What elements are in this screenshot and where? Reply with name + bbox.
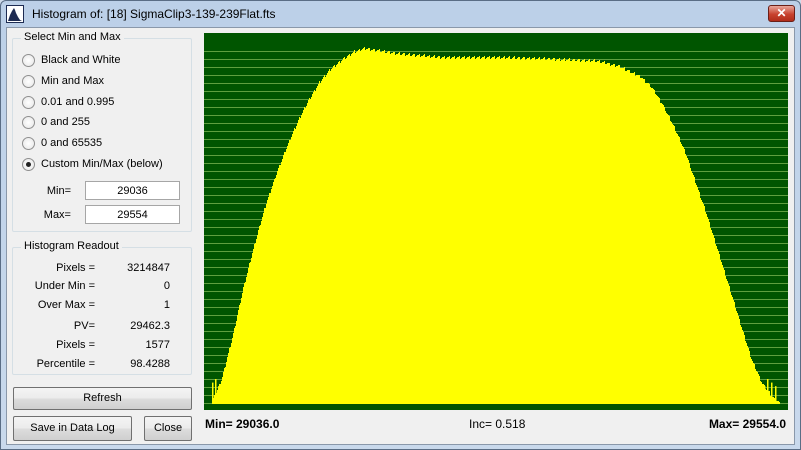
title-bar[interactable]: Histogram of: [18] SigmaClip3-139-239Fla…	[1, 1, 800, 27]
refresh-button-label: Refresh	[83, 392, 122, 404]
radio-button[interactable]	[22, 115, 35, 129]
select-min-max-group: Select Min and Max Black and White Min a…	[12, 31, 192, 232]
readout-label: Percentile =	[36, 358, 95, 370]
save-in-data-log-button[interactable]: Save in Data Log	[13, 416, 132, 441]
histogram-readout-legend: Histogram Readout	[21, 240, 122, 252]
radio-percentile-range[interactable]: 0.01 and 0.995	[22, 94, 114, 110]
radio-button[interactable]	[22, 95, 35, 109]
radio-label: 0 and 255	[41, 116, 90, 128]
readout-value: 98.4288	[130, 358, 170, 370]
axis-max-label: Max= 29554.0	[708, 417, 786, 431]
axis-min-label: Min= 29036.0	[205, 417, 280, 431]
refresh-button[interactable]: Refresh	[13, 387, 192, 410]
histogram-window: Histogram of: [18] SigmaClip3-139-239Fla…	[0, 0, 801, 450]
readout-label: PV=	[73, 320, 95, 332]
histogram-tail-bar	[764, 386, 766, 404]
histogram-tail-bar	[212, 382, 214, 404]
histogram-tail-bar	[218, 386, 220, 404]
select-min-max-legend: Select Min and Max	[21, 31, 124, 43]
dialog-body: Select Min and Max Black and White Min a…	[6, 27, 795, 445]
axis-increment-label: Inc= 0.518	[469, 417, 526, 431]
app-icon	[6, 5, 24, 23]
radio-label: 0.01 and 0.995	[41, 96, 115, 108]
min-label: Min=	[46, 185, 71, 197]
window-close-button[interactable]: ✕	[768, 5, 795, 22]
readout-value: 3214847	[127, 262, 170, 274]
radio-button[interactable]	[22, 136, 35, 150]
radio-label: Black and White	[41, 54, 121, 66]
radio-min-and-max[interactable]: Min and Max	[22, 73, 104, 89]
save-button-label: Save in Data Log	[30, 422, 115, 434]
readout-value: 0	[163, 280, 170, 292]
histogram-tail-bar	[775, 386, 777, 404]
min-input[interactable]	[85, 181, 180, 200]
readout-label: Over Max =	[37, 299, 95, 311]
readout-label: Under Min =	[34, 280, 95, 292]
close-button[interactable]: Close	[144, 416, 192, 441]
histogram-tail-bar	[771, 382, 773, 404]
radio-0-and-255[interactable]: 0 and 255	[22, 114, 90, 130]
histogram-plot[interactable]	[204, 33, 788, 410]
radio-label: Custom Min/Max (below)	[41, 158, 163, 170]
histogram-tail-bar	[215, 379, 217, 404]
radio-button[interactable]	[22, 157, 35, 171]
readout-value: 1	[163, 299, 170, 311]
histogram-tail-bar	[767, 379, 769, 404]
radio-label: Min and Max	[41, 75, 104, 87]
radio-custom-min-max[interactable]: Custom Min/Max (below)	[22, 156, 163, 172]
readout-value: 1577	[145, 339, 170, 351]
radio-button[interactable]	[22, 53, 35, 67]
histogram-tail-bar	[223, 382, 225, 404]
readout-value: 29462.3	[130, 320, 170, 332]
radio-black-and-white[interactable]: Black and White	[22, 52, 120, 68]
window-title: Histogram of: [18] SigmaClip3-139-239Fla…	[32, 7, 276, 21]
histogram-svg	[204, 33, 788, 410]
readout-label: Pixels =	[56, 262, 95, 274]
readout-label: Pixels =	[56, 339, 95, 351]
close-icon: ✕	[776, 6, 787, 20]
radio-label: 0 and 65535	[41, 137, 103, 149]
close-button-label: Close	[153, 422, 183, 434]
histogram-tail-bar	[226, 389, 228, 404]
max-label: Max=	[43, 209, 71, 221]
radio-button[interactable]	[22, 74, 35, 88]
radio-0-and-65535[interactable]: 0 and 65535	[22, 135, 102, 151]
max-input[interactable]	[85, 205, 180, 224]
histogram-readout-group: Histogram Readout Pixels = 3214847 Under…	[12, 240, 192, 375]
